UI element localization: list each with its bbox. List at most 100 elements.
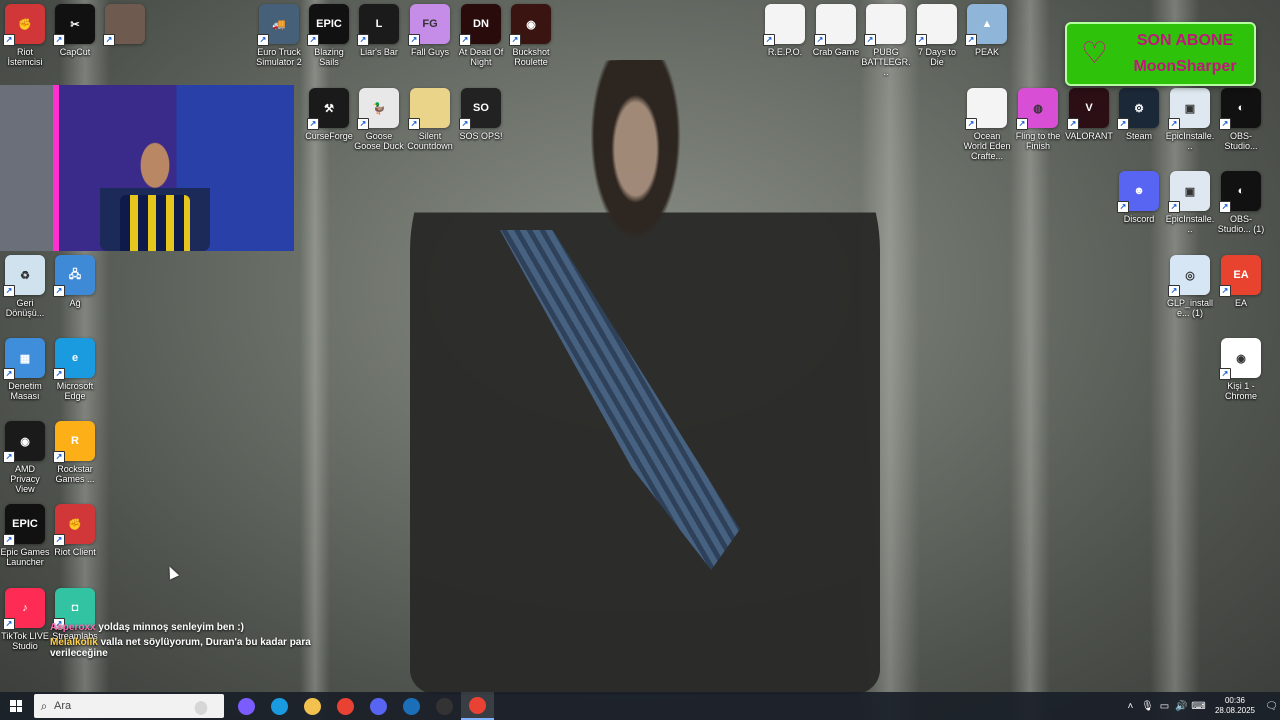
volume-icon[interactable]: 🔊 — [1173, 701, 1190, 712]
start-button[interactable] — [0, 692, 32, 720]
desktop-icon-label: AMD Privacy View — [10, 464, 40, 494]
desktop-icon-ea[interactable]: EA ↗ EA — [1216, 255, 1266, 308]
edge-icon — [271, 697, 288, 715]
shortcut-arrow-icon: ↗ — [53, 285, 65, 297]
control-icon: ▦ ↗ — [3, 338, 45, 380]
desktop-icon-fallguys[interactable]: FG ↗ Fall Guys — [405, 4, 455, 57]
desktop-icon-obs1[interactable]: ◐ ↗ OBS-Studio... — [1216, 88, 1266, 151]
desktop-icon-blazing[interactable]: EPIC ↗ Blazing Sails — [304, 4, 354, 67]
desktop-icon-valorant[interactable]: V ↗ VALORANT — [1064, 88, 1114, 141]
desktop-icon-epicinst2[interactable]: ▣ ↗ EpicInstalle... — [1165, 171, 1215, 234]
desktop-icon-fling[interactable]: ◍ ↗ Fling to the Finish — [1013, 88, 1063, 151]
desktop-icon-label: Silent Countdown — [407, 131, 453, 151]
desktop-icon-amd[interactable]: ◉ ↗ AMD Privacy View — [0, 421, 50, 494]
edge-icon: e ↗ — [53, 338, 95, 380]
peak-icon: ▲ ↗ — [965, 4, 1007, 46]
notification-icon[interactable]: 🗨 — [1263, 701, 1280, 712]
chat-message: Melalkolik valla net söylüyorum, Duran'a… — [50, 637, 370, 659]
icon-glyph: EPIC — [12, 518, 38, 530]
icon-glyph: ◉ — [20, 435, 30, 448]
desktop-icon-label: Crab Game — [812, 47, 860, 57]
desktop-icon-network[interactable]: 🖧 ↗ Ağ — [50, 255, 100, 308]
shortcut-arrow-icon: ↗ — [357, 118, 369, 130]
system-tray: ˄ 🎙 ▭ 🔊 ⌨ 00:36 28.08.2025 🗨 — [1122, 696, 1280, 716]
desktop-icon-epic[interactable]: EPIC ↗ Epic Games Launcher — [0, 504, 50, 567]
desktop-icon-label: At Dead Of Night — [458, 47, 504, 67]
shortcut-arrow-icon: ↗ — [307, 34, 319, 46]
desktop-icon-pubg[interactable]: ↗ PUBG BATTLEGR... — [861, 4, 911, 77]
taskbar-app-chrome2[interactable] — [461, 692, 494, 720]
shortcut-arrow-icon: ↗ — [459, 118, 471, 130]
desktop-icon-epicinst1[interactable]: ▣ ↗ EpicInstalle... — [1165, 88, 1215, 151]
taskbar-pinned-apps — [230, 692, 494, 720]
taskbar-app-steam[interactable] — [395, 692, 428, 720]
taskbar-app-discord[interactable] — [362, 692, 395, 720]
taskbar-app-chrome[interactable] — [329, 692, 362, 720]
shortcut-arrow-icon: ↗ — [1168, 285, 1180, 297]
desktop-icon-obs2[interactable]: ◐ ↗ OBS-Studio... (1) — [1216, 171, 1266, 234]
desktop-icon-rockstar[interactable]: R ↗ Rockstar Games ... — [50, 421, 100, 484]
desktop-icon-chrome[interactable]: ◉ ↗ Kişi 1 - Chrome — [1216, 338, 1266, 401]
rockstar-icon: R ↗ — [53, 421, 95, 463]
taskbar-search-box[interactable]: ⌕ Ara — [34, 694, 224, 718]
taskbar-app-edge[interactable] — [263, 692, 296, 720]
taskbar-app-copilot[interactable] — [230, 692, 263, 720]
desktop-icon-curseforge[interactable]: ⚒ ↗ CurseForge — [304, 88, 354, 141]
epicinst2-icon: ▣ ↗ — [1168, 171, 1210, 213]
shortcut-arrow-icon: ↗ — [864, 34, 876, 46]
desktop-icon-ocean[interactable]: ↗ Ocean World Eden Crafte... — [962, 88, 1012, 161]
icon-glyph: ◎ — [1185, 269, 1195, 282]
desktop-icon-sosops[interactable]: SO ↗ SOS OPS! — [456, 88, 506, 141]
desktop-icon-discord[interactable]: ☻ ↗ Discord — [1114, 171, 1164, 224]
fling-icon: ◍ ↗ — [1016, 88, 1058, 130]
shortcut-arrow-icon: ↗ — [1117, 201, 1129, 213]
microphone-icon[interactable]: 🎙 — [1139, 701, 1156, 712]
windows-logo-icon — [10, 700, 22, 712]
steam-icon: ⚙ ↗ — [1117, 88, 1159, 130]
icon-glyph: ◉ — [526, 18, 536, 31]
icon-glyph: ⚒ — [324, 102, 334, 115]
chevron-up-icon[interactable]: ˄ — [1122, 701, 1139, 712]
desktop-icon-repo[interactable]: ↗ R.E.P.O. — [760, 4, 810, 57]
icon-glyph: R — [71, 435, 79, 447]
keyboard-icon[interactable]: ⌨ — [1190, 701, 1207, 712]
desktop-icon-glp[interactable]: ◎ ↗ GLP_installe... (1) — [1165, 255, 1215, 318]
desktop-icon-riot1[interactable]: ✊ ↗ Riot İstemcisi — [0, 4, 50, 67]
shortcut-arrow-icon: ↗ — [1067, 118, 1079, 130]
network-icon[interactable]: ▭ — [1156, 701, 1173, 712]
icon-glyph: ☻ — [1133, 185, 1145, 197]
clock-time: 00:36 — [1224, 696, 1245, 705]
desktop-icon-tiktok[interactable]: ♪ ↗ TikTok LIVE Studio — [0, 588, 50, 651]
shortcut-arrow-icon: ↗ — [53, 368, 65, 380]
desktop-icon-crab[interactable]: ↗ Crab Game — [811, 4, 861, 57]
shortcut-arrow-icon: ↗ — [509, 34, 521, 46]
desktop-icon-label: Epic Games Launcher — [0, 547, 50, 567]
desktop-icon-peak[interactable]: ▲ ↗ PEAK — [962, 4, 1012, 57]
search-placeholder: Ara — [54, 700, 72, 712]
desktop-icon-riot2[interactable]: ✊ ↗ Riot Client — [50, 504, 100, 557]
desktop-icon-silent[interactable]: ↗ Silent Countdown — [405, 88, 455, 151]
desktop-icon-7days[interactable]: ↗ 7 Days to Die — [912, 4, 962, 67]
taskbar-app-explorer[interactable] — [296, 692, 329, 720]
desktop-icon-buckshot[interactable]: ◉ ↗ Buckshot Roulette — [506, 4, 556, 67]
shortcut-arrow-icon: ↗ — [1219, 285, 1231, 297]
desktop-icon-deadofnight[interactable]: DN ↗ At Dead Of Night — [456, 4, 506, 67]
taskbar-app-obs[interactable] — [428, 692, 461, 720]
desktop-icon-edge[interactable]: e ↗ Microsoft Edge — [50, 338, 100, 401]
taskbar-clock[interactable]: 00:36 28.08.2025 — [1215, 696, 1255, 716]
shortcut-arrow-icon: ↗ — [3, 451, 15, 463]
shortcut-arrow-icon: ↗ — [1168, 118, 1180, 130]
desktop-icon-goose[interactable]: 🦆 ↗ Goose Goose Duck — [354, 88, 404, 151]
desktop-icon-control[interactable]: ▦ ↗ Denetim Masası — [0, 338, 50, 401]
desktop-icon-label: EpicInstalle... — [1165, 131, 1215, 151]
icon-glyph: ✊ — [18, 18, 32, 31]
desktop-icon-steam[interactable]: ⚙ ↗ Steam — [1114, 88, 1164, 141]
badge-title: SON ABONE — [1136, 32, 1234, 49]
chat-username: Asperoxx — [50, 622, 96, 633]
last-subscriber-badge: ♡ SON ABONE MoonSharper — [1065, 22, 1256, 86]
desktop-icon-recycle[interactable]: ♻ ↗ Geri Dönüşü... — [0, 255, 50, 318]
desktop-icon-liars[interactable]: L ↗ Liar's Bar — [354, 4, 404, 57]
desktop-icon-ets2[interactable]: 🚚 ↗ Euro Truck Simulator 2 — [254, 4, 304, 67]
desktop-icon-capcut[interactable]: ✂ ↗ CapCut — [50, 4, 100, 57]
desktop-icon-avatar[interactable]: ↗ — [100, 4, 150, 47]
